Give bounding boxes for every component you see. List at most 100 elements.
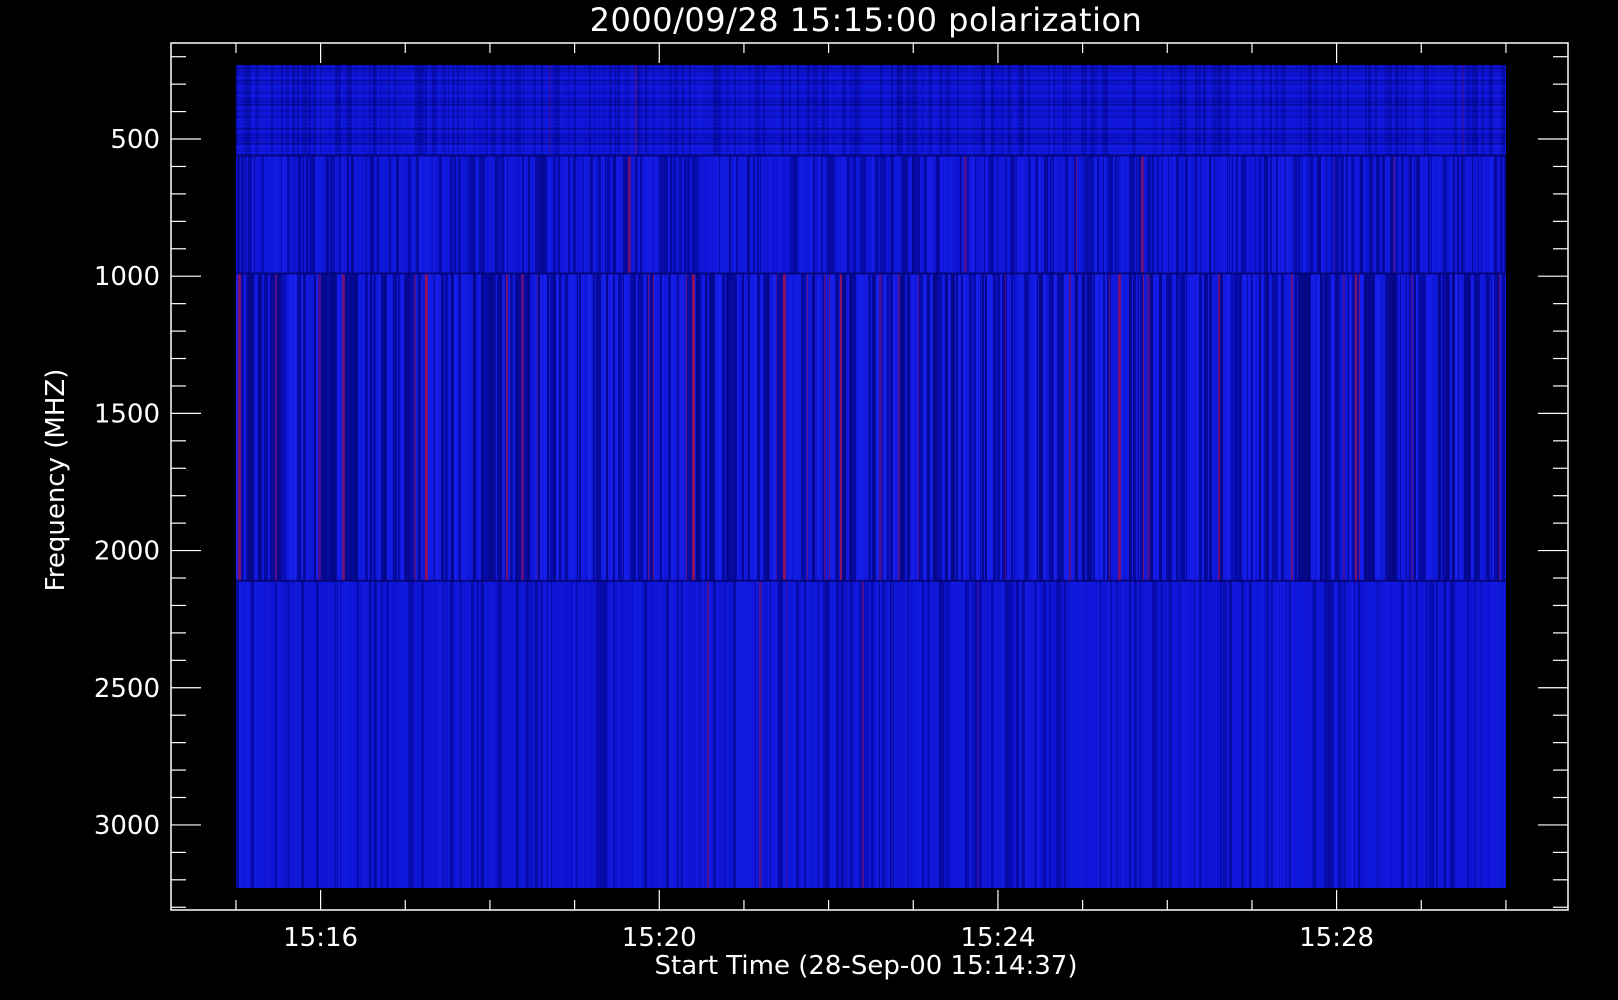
heatmap-stripe — [919, 580, 922, 889]
heatmap-stripe — [1050, 155, 1052, 274]
heatmap-stripe — [706, 580, 709, 889]
heatmap-stripe — [1319, 273, 1323, 581]
heatmap-stripe — [617, 580, 621, 889]
heatmap-stripe — [999, 580, 1001, 889]
heatmap-stripe — [1330, 155, 1333, 274]
heatmap-stripe — [1022, 155, 1024, 274]
heatmap-stripe — [1101, 580, 1104, 889]
heatmap-stripe — [1441, 273, 1443, 581]
heatmap-stripe — [971, 580, 973, 889]
heatmap-stripe — [258, 580, 261, 889]
heatmap-stripe — [1240, 155, 1243, 274]
heatmap-stripe — [588, 580, 592, 889]
heatmap-stripe — [626, 580, 630, 889]
heatmap-stripe — [1493, 155, 1497, 274]
heatmap-stripe — [1424, 155, 1428, 274]
heatmap-stripe — [1347, 155, 1351, 274]
heatmap-stripe — [683, 155, 685, 274]
heatmap-stripe — [757, 580, 759, 889]
heatmap-stripe — [518, 580, 522, 889]
heatmap-stripe — [1096, 580, 1100, 889]
heatmap-stripe — [358, 155, 361, 274]
heatmap-stripe — [316, 155, 319, 274]
heatmap-stripe — [279, 580, 283, 889]
heatmap-stripe — [1478, 580, 1480, 889]
heatmap-stripe — [350, 155, 353, 274]
heatmap-stripe — [1091, 580, 1094, 889]
heatmap-stripe — [685, 580, 689, 889]
heatmap-stripe — [1193, 155, 1195, 274]
heatmap-stripe — [1499, 155, 1503, 274]
heatmap-stripe — [1074, 273, 1078, 581]
heatmap-stripe — [919, 273, 923, 581]
heatmap-stripe — [1222, 155, 1225, 274]
heatmap-stripe — [649, 273, 651, 581]
heatmap-stripe — [1022, 273, 1024, 581]
heatmap-stripe — [406, 273, 410, 581]
heatmap-stripe — [1290, 155, 1293, 274]
heatmap-stripe — [1251, 155, 1255, 274]
heatmap-stripe — [1458, 155, 1460, 274]
heatmap-stripe — [780, 155, 783, 274]
heatmap-stripe — [711, 580, 713, 889]
heatmap-stripe — [882, 155, 885, 274]
heatmap-stripe — [797, 273, 801, 581]
heatmap-stripe — [1440, 580, 1444, 889]
heatmap-stripe — [1131, 155, 1135, 274]
heatmap-stripe — [1312, 155, 1316, 274]
heatmap-stripe — [496, 580, 500, 889]
heatmap-stripe — [1149, 580, 1152, 889]
heatmap-stripe — [931, 273, 933, 581]
heatmap-stripe — [911, 155, 915, 274]
heatmap-stripe — [951, 273, 955, 581]
heatmap-stripe — [886, 273, 889, 581]
heatmap-stripe — [1041, 155, 1044, 274]
heatmap-stripe — [330, 155, 333, 274]
heatmap-stripe — [662, 155, 665, 274]
heatmap-stripe — [269, 273, 272, 581]
heatmap-stripe — [1236, 273, 1240, 581]
heatmap-stripe — [1265, 273, 1269, 581]
heatmap-stripe — [1443, 580, 1446, 889]
heatmap-stripe — [465, 155, 467, 274]
heatmap-stripe — [1075, 580, 1077, 889]
heatmap-stripe — [1066, 580, 1070, 889]
heatmap-stripe — [1323, 580, 1327, 889]
heatmap-stripe — [832, 155, 835, 274]
heatmap-stripe — [986, 155, 988, 274]
heatmap-stripe — [699, 580, 701, 889]
heatmap-stripe — [716, 155, 719, 274]
heatmap-stripe — [559, 580, 561, 889]
heatmap-stripe — [1286, 580, 1289, 889]
heatmap-stripe — [1205, 273, 1208, 581]
heatmap-stripe — [1130, 580, 1134, 889]
heatmap-stripe — [990, 580, 994, 889]
heatmap-stripe — [1067, 155, 1069, 274]
heatmap-stripe — [1081, 155, 1083, 274]
heatmap-stripe — [865, 155, 868, 274]
heatmap-stripe — [1476, 273, 1480, 581]
heatmap-stripe — [609, 273, 613, 581]
heatmap-stripe — [522, 580, 526, 889]
heatmap-stripe — [873, 580, 876, 889]
heatmap-stripe — [255, 273, 258, 581]
heatmap-stripe — [850, 580, 853, 889]
heatmap-stripe — [374, 273, 376, 581]
heatmap-stripe — [1007, 273, 1011, 581]
heatmap-stripe — [1421, 580, 1424, 889]
heatmap-stripe — [373, 155, 375, 274]
heatmap-stripe — [351, 273, 353, 581]
heatmap-stripe — [1408, 155, 1412, 274]
heatmap-row — [235, 148, 1506, 151]
heatmap-stripe — [1340, 580, 1342, 889]
heatmap-stripe — [1264, 155, 1268, 274]
heatmap-stripe — [764, 580, 768, 889]
heatmap-stripe — [1168, 273, 1171, 581]
heatmap-stripe — [705, 155, 708, 274]
heatmap-stripe — [836, 273, 839, 581]
heatmap-stripe — [1423, 580, 1426, 889]
heatmap-stripe — [612, 580, 614, 889]
heatmap-stripe — [302, 273, 306, 581]
heatmap-stripe — [483, 580, 486, 889]
heatmap-stripe — [1436, 155, 1439, 274]
